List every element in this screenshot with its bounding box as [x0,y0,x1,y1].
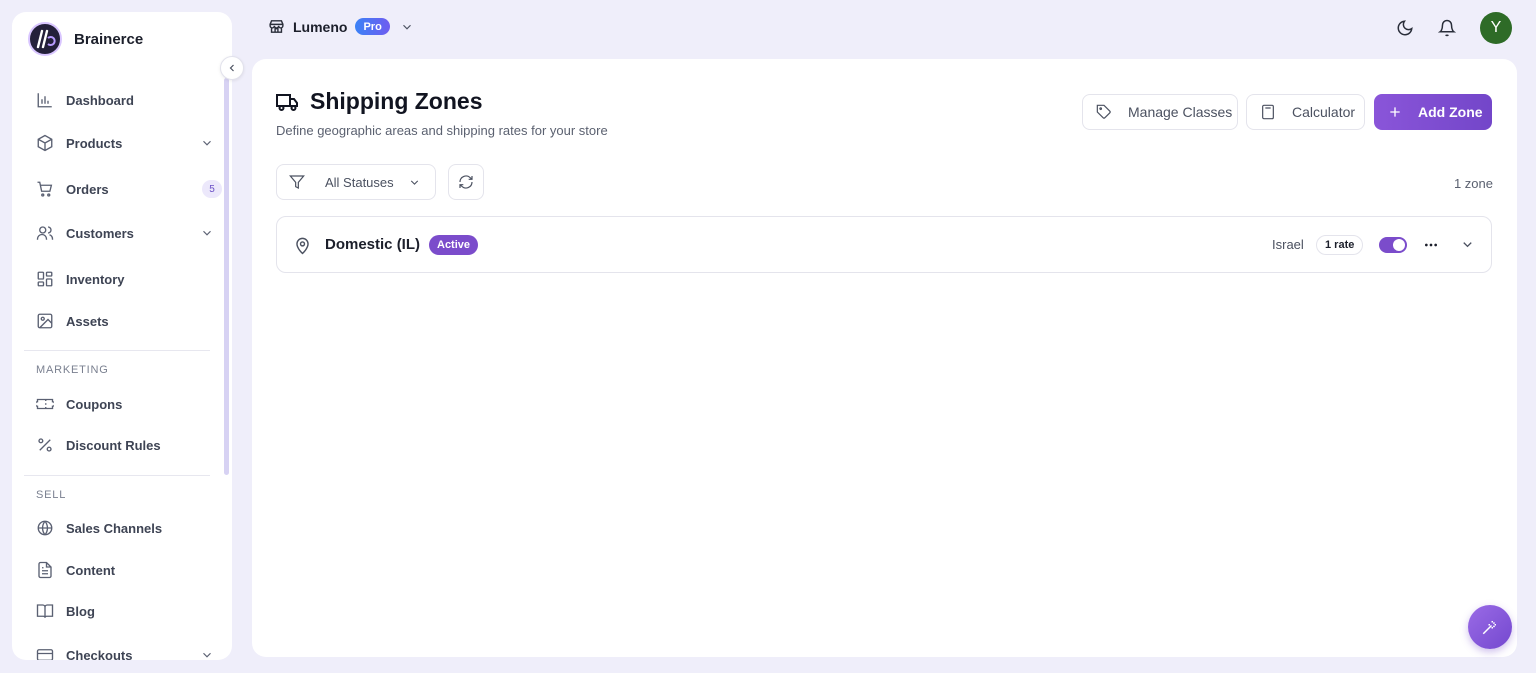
toggle-knob [1393,239,1405,251]
sidebar-item-label: Content [66,562,116,578]
map-pin-icon [296,237,309,255]
status-filter-label: All Statuses [325,174,394,190]
zone-row[interactable]: Domestic (IL) Active Israel 1 rate [276,216,1492,273]
ai-assistant-button[interactable] [1468,605,1512,649]
plan-badge: Pro [355,18,390,35]
sidebar-collapse-button[interactable] [220,56,244,80]
sidebar-item-assets[interactable]: Assets [36,305,222,337]
zone-name: Domestic (IL) [325,236,421,253]
status-badge: Active [429,235,479,255]
chevron-down-icon[interactable] [1460,237,1475,252]
sidebar-item-label: Blog [66,603,95,619]
cart-icon [37,181,53,197]
users-icon [36,226,54,240]
chevron-down-icon [203,140,211,146]
marketing-section-title: MARKETING [36,364,109,376]
status-filter-select[interactable]: All Statuses [276,164,436,200]
store-icon [269,20,284,33]
calculator-button[interactable]: Calculator [1246,94,1365,130]
zone-count: 1 zone [1453,176,1493,191]
sidebar-divider [24,475,210,476]
chevron-down-icon [203,652,211,658]
plus-icon [1390,107,1400,117]
bell-icon[interactable] [1438,19,1456,37]
chevron-left-icon [229,64,234,72]
grid-icon [37,271,53,287]
moon-icon[interactable] [1396,19,1414,37]
sidebar-item-label: Dashboard [66,92,134,108]
sidebar-item-label: Inventory [66,271,125,287]
add-zone-button[interactable]: Add Zone [1374,94,1492,130]
add-zone-label: Add Zone [1418,104,1483,120]
page-title: Shipping Zones [310,88,483,114]
sidebar-item-label: Products [66,135,123,151]
store-name: Lumeno [293,18,348,35]
sidebar-item-coupons[interactable]: Coupons [36,388,222,420]
sidebar-scrollbar[interactable] [224,78,229,475]
sidebar-item-label: Coupons [66,396,123,412]
refresh-icon [459,175,473,189]
more-horizontal-icon[interactable] [1423,237,1439,253]
ticket-icon [36,398,54,410]
sidebar-item-checkouts[interactable]: Checkouts [36,639,222,660]
box-icon [37,134,53,152]
orders-count-badge: 5 [202,180,222,198]
sidebar-item-discount-rules[interactable]: Discount Rules [36,429,222,461]
store-switcher[interactable]: Lumeno Pro [268,18,414,35]
percent-icon [38,438,52,452]
sidebar-item-inventory[interactable]: Inventory [36,263,222,295]
chevron-down-icon [402,24,411,30]
refresh-button[interactable] [448,164,484,200]
brand-logo-icon [28,22,62,56]
chevron-down-icon [203,230,211,236]
sidebar: Brainerce Dashboard Products Orders 5 Cu… [12,12,232,660]
sidebar-item-customers[interactable]: Customers [36,217,222,249]
sidebar-item-sales-channels[interactable]: Sales Channels [36,512,222,544]
zone-enabled-toggle[interactable] [1379,237,1407,253]
chevron-down-icon [410,179,418,185]
sidebar-item-content[interactable]: Content [36,554,222,586]
sidebar-item-orders[interactable]: Orders 5 [36,173,222,205]
file-text-icon [38,561,52,579]
manage-classes-label: Manage Classes [1128,104,1233,120]
sidebar-item-label: Discount Rules [66,437,161,453]
magic-wand-icon [1482,621,1496,635]
zone-country: Israel [1272,237,1304,252]
rate-count-badge: 1 rate [1316,235,1364,255]
sell-section-title: SELL [36,489,67,501]
image-icon [37,313,53,329]
main-panel: Shipping Zones Define geographic areas a… [252,59,1517,657]
sidebar-item-label: Sales Channels [66,520,163,536]
page-subtitle: Define geographic areas and shipping rat… [276,123,608,138]
bar-chart-icon [37,93,52,108]
brand-name: Brainerce [74,30,144,48]
sidebar-item-products[interactable]: Products [36,127,222,159]
avatar[interactable]: Y [1480,12,1512,44]
sidebar-item-label: Orders [66,181,109,197]
filter-icon [289,175,305,189]
calculator-icon [1262,104,1274,120]
sidebar-item-label: Assets [66,313,109,329]
manage-classes-button[interactable]: Manage Classes [1082,94,1238,130]
sidebar-item-blog[interactable]: Blog [36,595,222,627]
page-header: Shipping Zones [276,88,483,115]
calculator-label: Calculator [1292,104,1356,120]
sidebar-item-label: Customers [66,225,134,241]
globe-icon [37,520,53,536]
sidebar-divider [24,350,210,351]
credit-card-icon [36,649,54,660]
tag-icon [1096,104,1111,119]
book-open-icon [36,604,54,618]
brand[interactable]: Brainerce [28,22,143,56]
truck-icon [276,93,298,111]
sidebar-item-label: Checkouts [66,647,133,661]
sidebar-item-dashboard[interactable]: Dashboard [36,84,222,116]
